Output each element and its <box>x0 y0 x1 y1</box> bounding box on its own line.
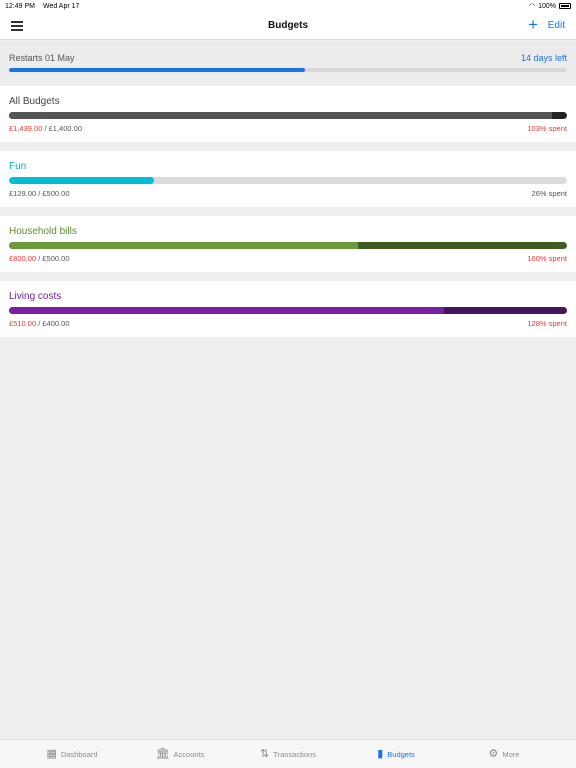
dashboard-icon: ▦ <box>46 747 57 760</box>
menu-icon[interactable] <box>11 21 23 31</box>
status-right: ◠ 100% <box>529 2 571 10</box>
budget-card[interactable]: Living costs £510.00 / £400.00 128% spent <box>0 281 576 337</box>
budget-total: / £400.00 <box>36 319 70 328</box>
page-title: Budgets <box>268 20 308 31</box>
period-progress-bar <box>9 68 567 72</box>
add-icon[interactable]: + <box>528 16 538 34</box>
budget-card[interactable]: All Budgets £1,439.00 / £1,400.00 103% spe… <box>0 86 576 142</box>
period-progress-fill <box>9 68 305 72</box>
budget-spent: £510.00 <box>9 319 37 328</box>
tab-bar: ▦ Dashboard 🏛 Accounts ⇅ Transactions ▮ Budgets… <box>0 739 576 768</box>
restart-section: Restarts 01 May 14 days left <box>0 41 576 84</box>
wifi-icon: ◠ <box>528 3 536 10</box>
battery-icon <box>559 3 571 9</box>
budget-footer: £129.00 / £500.00 26% spent <box>9 189 567 198</box>
nav-bar: Budgets + Edit <box>0 12 576 40</box>
budget-name: All Budgets <box>9 96 60 107</box>
budget-amounts: £800.00 / £500.00 <box>9 254 70 263</box>
budget-card[interactable]: Fun £129.00 / £500.00 26% spent <box>0 151 576 207</box>
budget-progress-bar <box>9 242 567 249</box>
tab-label: Transactions <box>273 749 316 759</box>
budget-footer: £510.00 / £400.00 128% spent <box>9 319 567 328</box>
budget-footer: £800.00 / £500.00 160% spent <box>9 254 567 263</box>
edit-button[interactable]: Edit <box>548 20 565 31</box>
status-bar: 12:49 PM Wed Apr 17 ◠ 100% <box>0 0 576 12</box>
tab-label: Accounts <box>173 749 205 759</box>
battery-percent: 100% <box>538 2 556 10</box>
budget-total: / £500.00 <box>36 189 70 198</box>
tab-dashboard[interactable]: ▦ Dashboard <box>18 740 126 768</box>
budget-progress-fill <box>9 112 552 119</box>
budget-spent: £800.00 <box>9 254 37 263</box>
budget-progress-bar <box>9 112 567 119</box>
budget-name: Fun <box>9 161 27 172</box>
budget-card[interactable]: Household bills £800.00 / £500.00 160% spe… <box>0 216 576 272</box>
bank-icon: 🏛 <box>155 747 170 760</box>
tab-budgets[interactable]: ▮ Budgets <box>342 740 450 768</box>
budget-percent: 160% spent <box>527 254 567 263</box>
budget-progress-bar <box>9 307 567 314</box>
budget-amounts: £129.00 / £500.00 <box>9 189 70 198</box>
tab-transactions[interactable]: ⇅ Transactions <box>234 740 342 768</box>
budget-percent: 26% spent <box>531 189 567 198</box>
budget-spent: £1,439.00 <box>9 124 43 133</box>
budget-amounts: £1,439.00 / £1,400.00 <box>9 124 82 133</box>
budget-amounts: £510.00 / £400.00 <box>9 319 70 328</box>
budget-spent: £129.00 <box>9 189 37 198</box>
budget-total: / £1,400.00 <box>42 124 82 133</box>
tab-accounts[interactable]: 🏛 Accounts <box>126 740 234 768</box>
budget-progress-fill <box>9 307 445 314</box>
restart-label: Restarts 01 May <box>9 53 75 63</box>
budget-name: Living costs <box>9 291 62 302</box>
days-left: 14 days left <box>520 53 567 63</box>
budget-progress-fill <box>9 177 155 184</box>
status-time: 12:49 PM <box>5 2 35 10</box>
budget-percent: 128% spent <box>527 319 567 328</box>
budget-percent: 103% spent <box>527 124 567 133</box>
transactions-icon: ⇅ <box>260 747 270 760</box>
tab-more[interactable]: ⚙ More <box>450 740 558 768</box>
budget-progress-fill <box>9 242 358 249</box>
tab-label: Dashboard <box>60 749 98 759</box>
tab-label: Budgets <box>387 749 415 759</box>
budget-footer: £1,439.00 / £1,400.00 103% spent <box>9 124 567 133</box>
status-date: Wed Apr 17 <box>42 2 80 10</box>
tab-label: More <box>502 749 520 759</box>
budgets-icon: ▮ <box>377 747 384 760</box>
more-icon: ⚙ <box>488 747 499 760</box>
budget-progress-bar <box>9 177 567 184</box>
budget-total: / £500.00 <box>36 254 70 263</box>
budget-name: Household bills <box>9 226 77 237</box>
